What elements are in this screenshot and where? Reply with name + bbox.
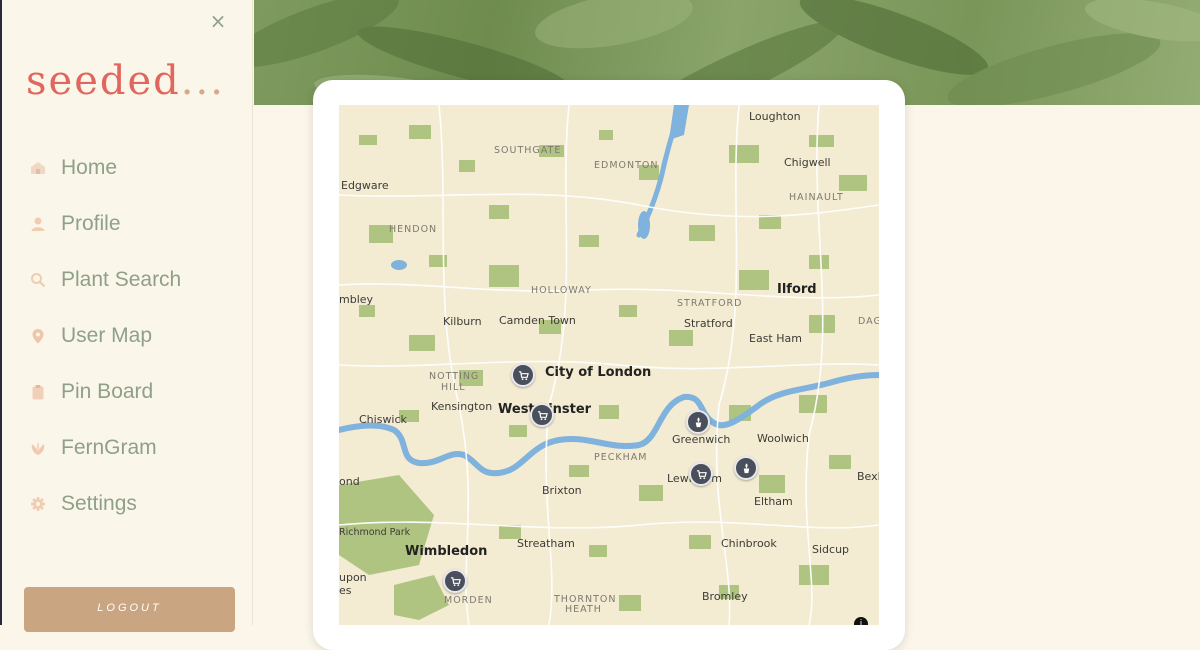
map-pin-icon: [30, 328, 46, 344]
map-label: East Ham: [749, 332, 802, 345]
map-label: PECKHAM: [594, 452, 648, 463]
logout-button[interactable]: LOGOUT: [24, 587, 235, 632]
brand-dots: ...: [180, 58, 225, 104]
map-label: Streatham: [517, 537, 575, 550]
cart-icon: [518, 370, 529, 380]
map-label: Wimbledon: [405, 544, 488, 559]
cart-icon: [537, 410, 548, 420]
map-label: HILL: [441, 382, 466, 393]
home-icon: [30, 160, 46, 176]
map-label: DAG: [858, 316, 879, 327]
map-label: Chiswick: [359, 413, 407, 426]
sidebar-item-pin-board[interactable]: Pin Board: [0, 364, 253, 420]
map-label: MORDEN: [444, 595, 493, 606]
map-pin-plant[interactable]: [734, 456, 758, 480]
sidebar-nav: Home Profile Plant Search User Map Pin B…: [0, 140, 253, 532]
sidebar-item-label: Home: [61, 156, 118, 179]
map-label: upon: [339, 571, 367, 584]
map-label: Sidcup: [812, 543, 850, 556]
map-label: ond: [339, 475, 360, 488]
map-label: Greenwich: [672, 433, 731, 446]
map-label: Edgware: [341, 179, 389, 192]
cart-icon: [450, 576, 461, 586]
map-label: Ilford: [777, 282, 817, 297]
sidebar-item-label: Plant Search: [61, 268, 182, 291]
sidebar-item-label: FernGram: [61, 436, 157, 459]
sidebar-item-label: Pin Board: [61, 380, 154, 403]
map-label: HAINAULT: [789, 192, 844, 203]
close-sidebar-button[interactable]: ×: [207, 10, 229, 32]
brand-logo[interactable]: seeded...: [26, 58, 225, 104]
map-pin-shop[interactable]: [530, 403, 554, 427]
person-icon: [30, 216, 46, 232]
map-label: Woolwich: [757, 432, 809, 445]
sidebar-item-ferngram[interactable]: FernGram: [0, 420, 253, 476]
sidebar-item-settings[interactable]: Settings: [0, 476, 253, 532]
sidebar-item-label: Settings: [61, 492, 137, 515]
map-label: Bromley: [702, 590, 748, 603]
map-label: City of London: [545, 365, 652, 380]
map-label: Eltham: [754, 495, 793, 508]
cart-icon: [696, 469, 707, 479]
map-label: SOUTHGATE: [494, 145, 562, 156]
map-label: NOTTING: [429, 371, 480, 382]
sidebar-item-label: Profile: [61, 212, 121, 235]
map-pin-shop[interactable]: [443, 569, 467, 593]
map-label: Chigwell: [784, 156, 831, 169]
gear-icon: [30, 496, 46, 512]
sidebar-item-home[interactable]: Home: [0, 140, 253, 196]
map-label: Camden Town: [499, 314, 576, 327]
map-label: Bexl: [857, 470, 879, 483]
map-label: Brixton: [542, 484, 582, 497]
sidebar: × seeded... Home Profile Plant Search Us: [0, 0, 253, 632]
map-label: Loughton: [749, 110, 801, 123]
map-label: Stratford: [684, 317, 733, 330]
map-label: STRATFORD: [677, 298, 743, 309]
sidebar-item-label: User Map: [61, 324, 153, 347]
map-label: Chinbrook: [721, 537, 777, 550]
map-pin-shop[interactable]: [689, 462, 713, 486]
close-icon: ×: [209, 9, 227, 33]
user-map[interactable]: Loughton SOUTHGATE EDMONTON Chigwell Edg…: [339, 105, 879, 625]
search-icon: [30, 272, 46, 288]
map-label: HOLLOWAY: [531, 285, 592, 296]
leaf-icon: [30, 440, 46, 456]
map-label: Kensington: [431, 400, 493, 413]
map-label: Kilburn: [443, 315, 482, 328]
map-label: Richmond Park: [339, 527, 411, 538]
map-attribution-info-icon[interactable]: i: [854, 617, 868, 625]
brand-name: seeded: [26, 58, 181, 104]
plant-pot-icon: [743, 462, 749, 473]
sidebar-item-user-map[interactable]: User Map: [0, 308, 253, 364]
sidebar-item-profile[interactable]: Profile: [0, 196, 253, 252]
clipboard-icon: [30, 384, 46, 400]
map-label: HENDON: [389, 224, 438, 235]
sidebar-item-plant-search[interactable]: Plant Search: [0, 252, 253, 308]
map-label: EDMONTON: [594, 160, 659, 171]
map-pin-plant[interactable]: [686, 410, 710, 434]
map-label: mbley: [339, 293, 374, 306]
map-label: es: [339, 584, 352, 597]
map-pin-shop[interactable]: [511, 363, 535, 387]
map-label: HEATH: [565, 604, 602, 615]
plant-pot-icon: [695, 416, 701, 427]
